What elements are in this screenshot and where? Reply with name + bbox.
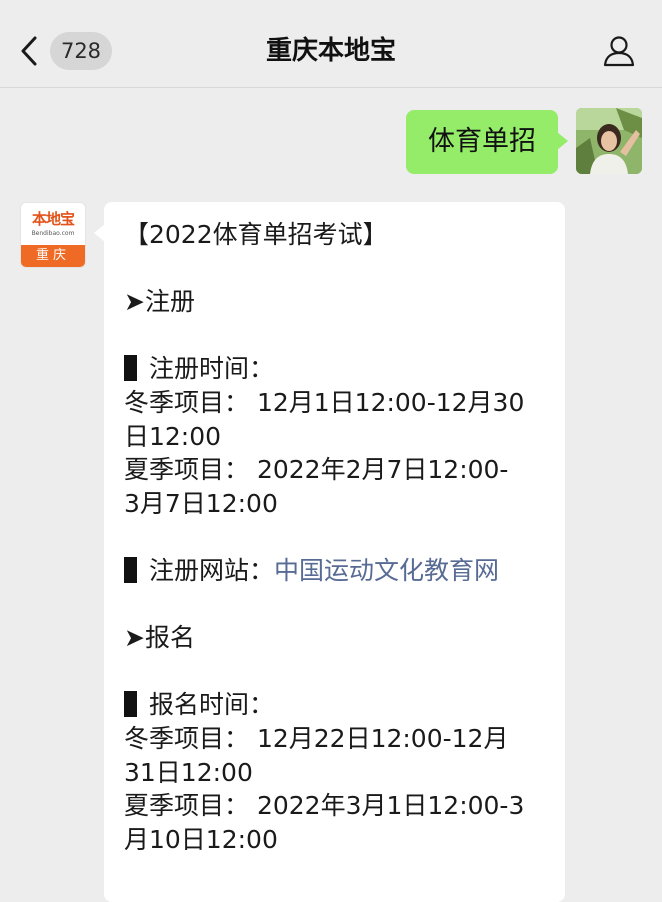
chat-header: 728 重庆本地宝 [0,0,662,88]
outgoing-bubble[interactable]: 体育单招 [406,110,568,174]
apply-summer-line-2: 月10日12:00 [124,824,278,854]
self-avatar[interactable] [576,108,642,174]
incoming-bubble[interactable]: 【2022体育单招考试】 ➤注册 注册时间： 冬季项目： 12月1日12:00-… [94,202,565,902]
apply-winter-line: 冬季项目： 12月22日12:00-12月 [124,723,509,753]
register-winter-line: 冬季项目： 12月1日12:00-12月30 [124,387,525,417]
apply-winter-line-2: 31日12:00 [124,757,253,787]
section-register: ➤注册 [124,287,195,317]
register-time-heading: 注册时间： [124,352,547,386]
apply-summer-line: 夏季项目： 2022年3月1日12:00-3 [124,791,525,821]
register-site-row: 注册网站：中国运动文化教育网 [124,554,547,588]
chat-title: 重庆本地宝 [265,36,396,66]
bullet-icon [124,355,137,382]
logo-subtext: Bendibao.com [31,230,75,237]
register-summer-line-2: 3月7日12:00 [124,488,278,518]
message-title: 【2022体育单招考试】 [124,220,388,249]
person-icon[interactable] [602,34,636,68]
register-summer-line: 夏季项目： 2022年2月7日12:00- [124,455,509,485]
outgoing-message: 体育单招 [0,108,662,178]
logo-text: 本地宝 [31,210,75,228]
register-site-link[interactable]: 中国运动文化教育网 [274,556,499,585]
section-apply: ➤报名 [124,623,195,653]
bullet-icon [124,556,137,583]
bullet-icon [124,691,137,718]
register-time-label: 注册时间： [149,354,275,384]
official-account-avatar[interactable]: 本地宝 Bendibao.com 重庆 [20,202,86,268]
apply-time-label: 报名时间： [149,690,275,720]
logo: 本地宝 Bendibao.com [21,203,85,245]
logo-city: 重庆 [21,245,85,267]
self-avatar-image [576,108,642,174]
register-site-label: 注册网站： [149,555,275,585]
apply-time-heading: 报名时间： [124,688,547,722]
register-winter-line-2: 日12:00 [124,421,222,451]
